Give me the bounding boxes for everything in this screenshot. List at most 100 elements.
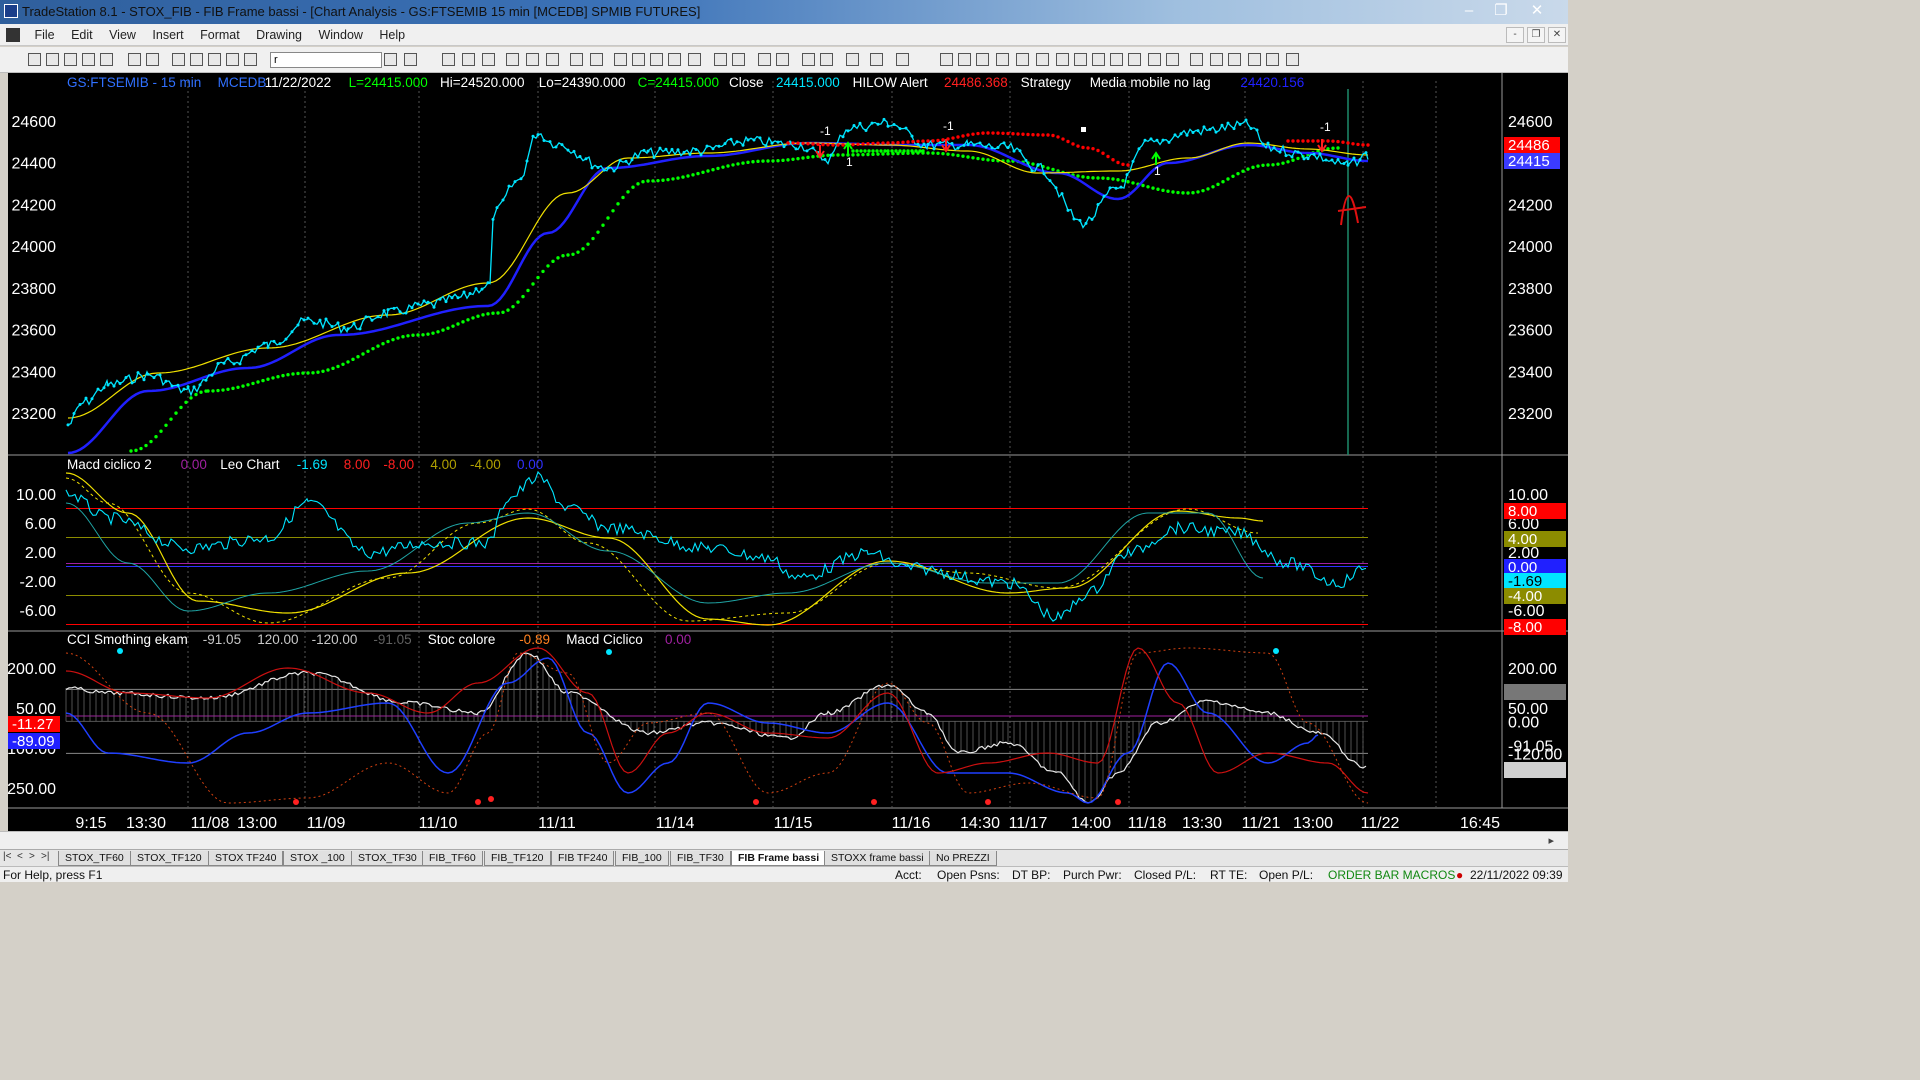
scroll-left-icon[interactable] bbox=[714, 53, 727, 66]
tab-fib-frame-bassi[interactable]: FIB Frame bassi bbox=[731, 851, 827, 866]
check-icon[interactable] bbox=[1190, 53, 1203, 66]
new-icon[interactable] bbox=[28, 53, 41, 66]
pencil-icon[interactable] bbox=[1166, 53, 1179, 66]
symbol-input[interactable]: r bbox=[270, 52, 382, 68]
zoom-out-icon[interactable] bbox=[776, 53, 789, 66]
bar-chart-icon[interactable] bbox=[650, 53, 663, 66]
channel-icon[interactable] bbox=[1128, 53, 1141, 66]
price-tick-dot bbox=[1318, 152, 1322, 156]
price-tick-dot bbox=[1336, 157, 1340, 161]
tab-fib-tf30[interactable]: FIB_TF30 bbox=[670, 851, 731, 866]
tab-stox-tf60[interactable]: STOX_TF60 bbox=[58, 851, 131, 866]
hotlist-icon[interactable] bbox=[546, 53, 559, 66]
lock-icon[interactable] bbox=[208, 53, 221, 66]
fib-arc-icon[interactable] bbox=[1016, 53, 1029, 66]
pointer-icon[interactable] bbox=[802, 53, 815, 66]
tab-fib-100[interactable]: FIB_100 bbox=[615, 851, 669, 866]
menu-window[interactable]: Window bbox=[312, 24, 368, 42]
tab-stoxx-frame-bassi[interactable]: STOXX frame bassi bbox=[824, 851, 931, 866]
tab-fib-tf120[interactable]: FIB_TF120 bbox=[484, 851, 551, 866]
fib-fan-icon[interactable] bbox=[1036, 53, 1049, 66]
price-tick-dot bbox=[841, 135, 845, 139]
line-chart-icon[interactable] bbox=[688, 53, 701, 66]
analysis-icon[interactable] bbox=[632, 53, 645, 66]
tab-stox-tf240[interactable]: STOX TF240 bbox=[208, 851, 284, 866]
workspace-icon[interactable] bbox=[100, 53, 113, 66]
gann-icon[interactable] bbox=[1074, 53, 1087, 66]
indicator-icon[interactable] bbox=[614, 53, 627, 66]
chart-canvas[interactable]: 2460024600244002440024200242002400024000… bbox=[8, 73, 1568, 831]
menu-help[interactable]: Help bbox=[373, 24, 411, 42]
arc-icon[interactable] bbox=[1148, 53, 1161, 66]
hand-icon[interactable] bbox=[226, 53, 239, 66]
cascade-icon[interactable] bbox=[190, 53, 203, 66]
tab-fib-tf240[interactable]: FIB TF240 bbox=[551, 851, 615, 866]
tab-last-icon[interactable]: >| bbox=[41, 851, 49, 862]
tab-first-icon[interactable]: |< bbox=[3, 851, 11, 862]
price-tick-dot bbox=[1072, 217, 1076, 221]
maximize-button[interactable]: ❐ bbox=[1486, 1, 1516, 21]
data-window-icon[interactable] bbox=[820, 53, 833, 66]
print-preview-icon[interactable] bbox=[146, 53, 159, 66]
horizontal-scrollbar[interactable]: ▸ bbox=[0, 831, 1568, 849]
menu-file[interactable]: File bbox=[28, 24, 60, 42]
tab-fib-tf60[interactable]: FIB_TF60 bbox=[422, 851, 483, 866]
print-icon[interactable] bbox=[128, 53, 141, 66]
order-bar-macros-label[interactable]: ORDER BAR MACROS bbox=[1328, 868, 1455, 882]
window-icon[interactable] bbox=[172, 53, 185, 66]
rectangle-icon[interactable] bbox=[1266, 53, 1279, 66]
radar-icon[interactable] bbox=[462, 53, 475, 66]
mdi-document-icon[interactable] bbox=[6, 28, 20, 42]
vertical-lines-icon[interactable] bbox=[958, 53, 971, 66]
candle-icon[interactable] bbox=[668, 53, 681, 66]
scroll-right-arrow-icon[interactable]: ▸ bbox=[1548, 834, 1554, 847]
symbol-lookup-icon[interactable] bbox=[404, 53, 417, 66]
tab-prev-icon[interactable]: < bbox=[17, 851, 23, 862]
scroll-right-icon[interactable] bbox=[732, 53, 745, 66]
tools-icon[interactable] bbox=[846, 53, 859, 66]
menu-edit[interactable]: Edit bbox=[65, 24, 99, 42]
tab-stox-tf120[interactable]: STOX_TF120 bbox=[130, 851, 209, 866]
chart-icon[interactable] bbox=[442, 53, 455, 66]
price-tick-dot bbox=[1167, 140, 1171, 144]
tab-stox-100[interactable]: STOX _100 bbox=[283, 851, 352, 866]
speed-lines-icon[interactable] bbox=[1056, 53, 1069, 66]
strategy-icon[interactable] bbox=[570, 53, 583, 66]
menu-insert[interactable]: Insert bbox=[146, 24, 189, 42]
chart-window[interactable]: 2460024600244002440024200242002400024000… bbox=[8, 73, 1568, 831]
format-icon[interactable] bbox=[870, 53, 883, 66]
menu-format[interactable]: Format bbox=[194, 24, 246, 42]
portfolio-icon[interactable] bbox=[590, 53, 603, 66]
optionstation-icon[interactable] bbox=[526, 53, 539, 66]
globe-icon[interactable] bbox=[244, 53, 257, 66]
save-icon[interactable] bbox=[64, 53, 77, 66]
save-all-icon[interactable] bbox=[82, 53, 95, 66]
tab-next-icon[interactable]: > bbox=[29, 851, 35, 862]
horizontal-arrow-icon[interactable] bbox=[1110, 53, 1123, 66]
hilow-alert-dot bbox=[961, 134, 965, 138]
menu-view[interactable]: View bbox=[103, 24, 142, 42]
trendline-icon[interactable] bbox=[940, 53, 953, 66]
open-icon[interactable] bbox=[46, 53, 59, 66]
zoom-in-icon[interactable] bbox=[758, 53, 771, 66]
close-button[interactable]: ✕ bbox=[1522, 1, 1552, 21]
price-tick-label: 23200 bbox=[12, 406, 57, 423]
horizontal-lines-icon[interactable] bbox=[976, 53, 989, 66]
text-icon[interactable] bbox=[1286, 53, 1299, 66]
mdi-close-button[interactable]: ✕ bbox=[1548, 27, 1566, 43]
ellipse-icon[interactable] bbox=[1248, 53, 1261, 66]
mdi-minimize-button[interactable]: - bbox=[1506, 27, 1524, 43]
scanner-icon[interactable] bbox=[506, 53, 519, 66]
up-arrow-icon[interactable] bbox=[1228, 53, 1241, 66]
fib-retracement-icon[interactable] bbox=[996, 53, 1009, 66]
minimize-button[interactable]: – bbox=[1454, 1, 1484, 21]
mdi-restore-button[interactable]: ❐ bbox=[1527, 27, 1545, 43]
down-arrow-icon[interactable] bbox=[1210, 53, 1223, 66]
tab-no-prezzi[interactable]: No PREZZI bbox=[929, 851, 997, 866]
menu-drawing[interactable]: Drawing bbox=[250, 24, 308, 42]
alert-icon[interactable] bbox=[896, 53, 909, 66]
matrix-icon[interactable] bbox=[482, 53, 495, 66]
tab-stox-tf30[interactable]: STOX_TF30 bbox=[351, 851, 424, 866]
go-arrow-icon[interactable] bbox=[384, 53, 397, 66]
regression-icon[interactable] bbox=[1092, 53, 1105, 66]
